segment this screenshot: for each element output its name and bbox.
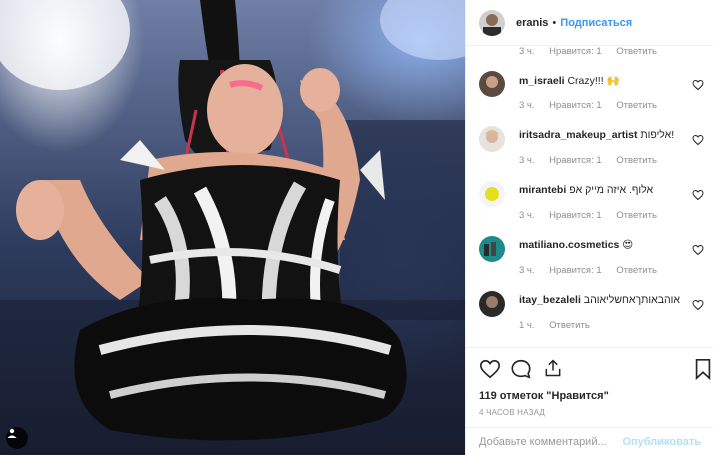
commenter-username[interactable]: itay_bezaleli xyxy=(519,294,581,306)
comment-body: אליפות! xyxy=(640,129,675,141)
commenter-avatar[interactable] xyxy=(479,71,505,97)
heart-icon[interactable] xyxy=(692,244,704,256)
commenter-avatar[interactable] xyxy=(479,291,505,317)
author-avatar[interactable] xyxy=(479,9,505,36)
comment-likes[interactable]: Нравится: 1 xyxy=(549,155,601,166)
comment-text: m_israeli Crazy!!! 🙌 xyxy=(519,74,620,87)
comment-likes[interactable]: Нравится: 1 xyxy=(549,100,601,111)
commenter-username[interactable]: matiliano.cosmetics xyxy=(519,239,619,251)
commenter-username[interactable]: m_israeli xyxy=(519,75,565,87)
comment-body: Crazy!!! 🙌 xyxy=(567,75,620,87)
comment-time[interactable]: 3 ч. xyxy=(519,46,535,57)
comment-text: itay_bezaleli אוהבאותךאחשליאוהב xyxy=(519,294,680,306)
comment-meta: 1 ч. Ответить xyxy=(519,320,602,331)
comment-time[interactable]: 3 ч. xyxy=(519,265,535,276)
comment-time[interactable]: 1 ч. xyxy=(519,320,535,331)
heart-icon[interactable] xyxy=(692,79,704,91)
tagged-people-button[interactable] xyxy=(6,427,28,449)
commenter-username[interactable]: iritsadra_makeup_artist xyxy=(519,129,637,141)
post-photo[interactable] xyxy=(0,0,465,455)
comment-reply-button[interactable]: Ответить xyxy=(616,210,657,221)
commenter-username[interactable]: mirantebi xyxy=(519,184,566,196)
comments-list[interactable]: 3 ч. Нравится: 1 Ответить m_israeli Craz… xyxy=(466,46,713,346)
person-tag-icon xyxy=(7,428,17,438)
add-comment-bar: Добавьте комментарий... Опубликовать xyxy=(466,427,713,455)
header-separator: • xyxy=(552,16,557,29)
comment-meta: 3 ч. Нравится: 1 Ответить xyxy=(519,155,669,166)
comment-likes[interactable]: Нравится: 1 xyxy=(549,265,601,276)
post-actions: 119 отметок "Нравится" 4 часов назад xyxy=(466,347,713,427)
photo-illustration xyxy=(0,0,465,455)
comment-item: matiliano.cosmetics 😍 3 ч. Нравится: 1 О… xyxy=(466,229,713,284)
comment-likes[interactable]: Нравится: 1 xyxy=(549,210,601,221)
comment-body: 😍 xyxy=(622,239,634,251)
follow-button[interactable]: Подписаться xyxy=(560,17,632,29)
comment-meta: 3 ч. Нравится: 1 Ответить xyxy=(519,46,669,57)
comment-reply-button[interactable]: Ответить xyxy=(616,100,657,111)
comment-reply-button[interactable]: Ответить xyxy=(616,155,657,166)
action-icons xyxy=(479,358,711,384)
comment-item: m_israeli Crazy!!! 🙌 3 ч. Нравится: 1 От… xyxy=(466,64,713,119)
comment-item: 3 ч. Нравится: 1 Ответить xyxy=(466,46,713,64)
comment-likes[interactable]: Нравится: 1 xyxy=(549,46,601,57)
comment-item: iritsadra_makeup_artist אליפות! 3 ч. Нра… xyxy=(466,119,713,174)
commenter-avatar[interactable] xyxy=(479,181,505,207)
comment-input[interactable]: Добавьте комментарий... xyxy=(479,436,607,448)
likes-number: 119 отметок xyxy=(479,390,544,402)
comment-body: אוהבאותךאחשליאוהב xyxy=(583,294,680,306)
comment-bubble-icon[interactable] xyxy=(510,358,532,380)
comment-reply-button[interactable]: Ответить xyxy=(549,320,590,331)
post-header: eranis • Подписаться xyxy=(466,0,713,46)
like-heart-icon[interactable] xyxy=(479,358,501,380)
heart-icon[interactable] xyxy=(692,189,704,201)
comment-body: אלוף. איזה מייק אפ xyxy=(569,184,654,196)
comment-item: itay_bezaleli אוהבאותךאחשליאוהב 1 ч. Отв… xyxy=(466,284,713,339)
comment-text: matiliano.cosmetics 😍 xyxy=(519,239,633,251)
heart-icon[interactable] xyxy=(692,299,704,311)
comment-meta: 3 ч. Нравится: 1 Ответить xyxy=(519,100,669,111)
comment-time[interactable]: 3 ч. xyxy=(519,100,535,111)
post-time[interactable]: 4 часов назад xyxy=(479,408,701,417)
comment-text: mirantebi אלוף. איזה מייק אפ xyxy=(519,184,653,196)
share-upload-icon[interactable] xyxy=(543,358,563,378)
commenter-avatar[interactable] xyxy=(479,236,505,262)
comment-time[interactable]: 3 ч. xyxy=(519,210,535,221)
comment-item: mirantebi אלוף. איזה מייק אפ 3 ч. Нравит… xyxy=(466,174,713,229)
comment-meta: 3 ч. Нравится: 1 Ответить xyxy=(519,210,669,221)
likes-count[interactable]: 119 отметок "Нравится" xyxy=(479,390,701,402)
author-username[interactable]: eranis xyxy=(516,17,548,29)
post-comment-button[interactable]: Опубликовать xyxy=(622,436,701,448)
comment-reply-button[interactable]: Ответить xyxy=(616,265,657,276)
post-sidebar: eranis • Подписаться 3 ч. Нравится: 1 От… xyxy=(465,0,713,455)
comment-time[interactable]: 3 ч. xyxy=(519,155,535,166)
likes-word: "Нравится" xyxy=(546,390,609,402)
comment-meta: 3 ч. Нравится: 1 Ответить xyxy=(519,265,669,276)
bookmark-icon[interactable] xyxy=(693,358,713,380)
heart-icon[interactable] xyxy=(692,134,704,146)
commenter-avatar[interactable] xyxy=(479,126,505,152)
comment-text: iritsadra_makeup_artist אליפות! xyxy=(519,129,674,141)
comment-reply-button[interactable]: Ответить xyxy=(616,46,657,57)
